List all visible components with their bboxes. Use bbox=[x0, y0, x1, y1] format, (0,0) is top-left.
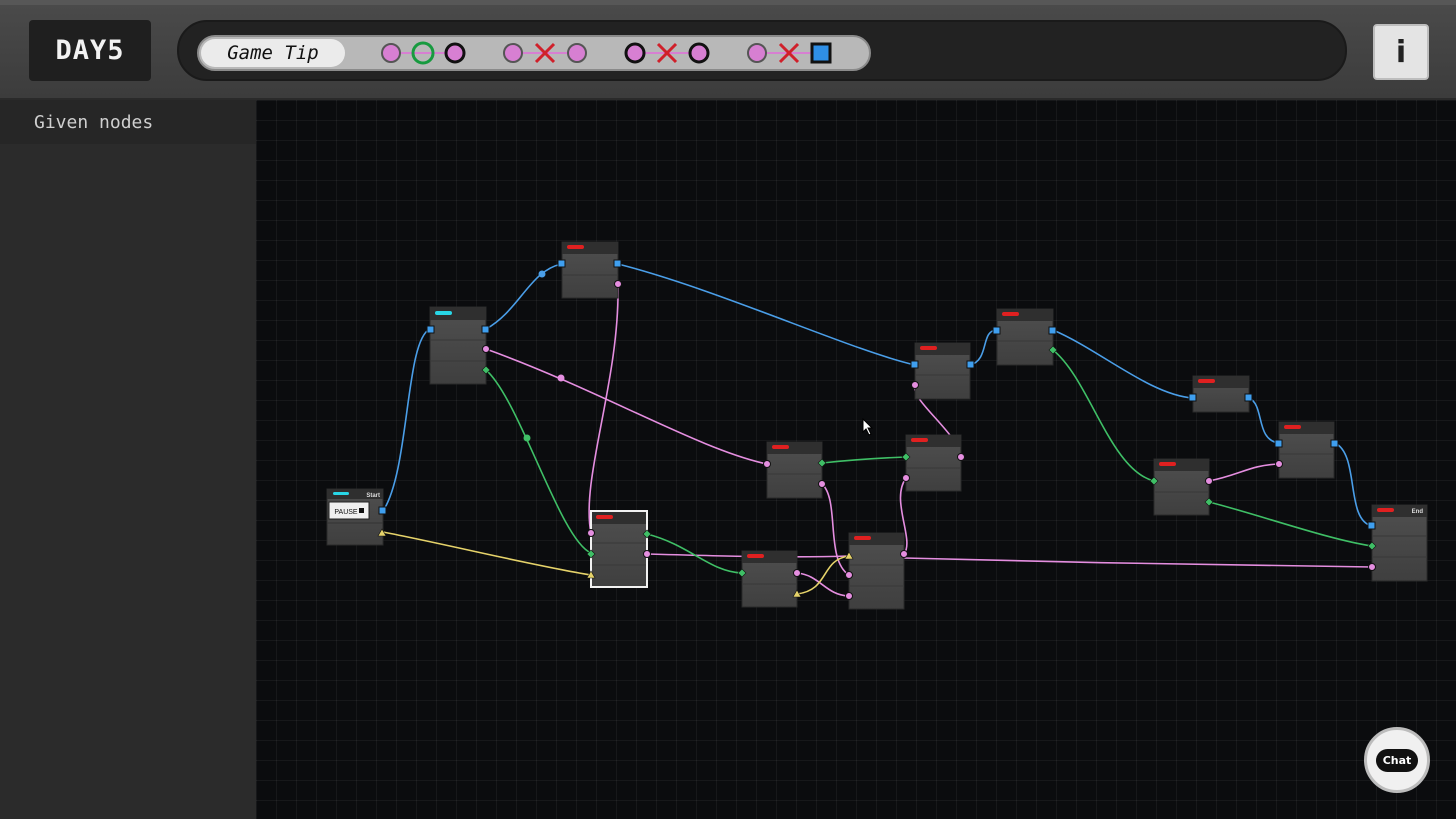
graph-node[interactable] bbox=[426, 306, 491, 385]
pink-wire[interactable] bbox=[1208, 463, 1280, 482]
blue-wire[interactable] bbox=[969, 329, 998, 366]
blue-port[interactable] bbox=[378, 506, 387, 515]
blue-wire[interactable] bbox=[382, 328, 431, 512]
chat-button[interactable]: Chat bbox=[1364, 727, 1430, 793]
black-ring-icon bbox=[444, 42, 466, 64]
green-wire[interactable] bbox=[646, 533, 743, 574]
black-ring-icon bbox=[624, 42, 646, 64]
graph-node-selected[interactable] bbox=[586, 510, 652, 588]
start-node[interactable]: Start PAUSE bbox=[326, 488, 387, 546]
cyan-tag bbox=[333, 492, 349, 495]
green-wire[interactable] bbox=[485, 369, 592, 554]
stop-icon bbox=[359, 508, 364, 513]
pause-button-label: PAUSE bbox=[334, 509, 358, 516]
game-tip-bar: Game Tip bbox=[177, 20, 1347, 81]
wire-handle[interactable] bbox=[557, 374, 565, 382]
pink-wire[interactable] bbox=[903, 557, 1373, 568]
black-ring-icon bbox=[688, 42, 710, 64]
graph-node[interactable] bbox=[901, 434, 965, 492]
node-graph-canvas[interactable]: Start PAUSE End bbox=[256, 100, 1456, 819]
graph-node[interactable] bbox=[1188, 375, 1253, 413]
pink-circle-icon bbox=[567, 43, 587, 63]
day-badge: DAY5 bbox=[29, 20, 151, 81]
tip-rule-2 bbox=[503, 42, 587, 64]
tip-rule-1 bbox=[381, 41, 466, 65]
blue-square-icon bbox=[810, 42, 832, 64]
pink-wire[interactable] bbox=[588, 283, 619, 534]
start-node-title: Start bbox=[366, 493, 380, 499]
tip-rules-icons bbox=[381, 41, 832, 65]
given-nodes-panel: Given nodes bbox=[0, 100, 257, 819]
yellow-wire[interactable] bbox=[382, 531, 592, 576]
chat-bubble-icon: Chat bbox=[1375, 748, 1419, 772]
green-wire[interactable] bbox=[1052, 349, 1155, 482]
pink-circle-icon bbox=[503, 43, 523, 63]
game-tip-pill: Game Tip bbox=[197, 35, 871, 71]
chat-label: Chat bbox=[1382, 753, 1412, 767]
given-nodes-header: Given nodes bbox=[0, 100, 256, 144]
info-button[interactable]: i bbox=[1373, 24, 1429, 80]
pink-circle-icon bbox=[747, 43, 767, 63]
tip-rule-3 bbox=[624, 42, 710, 64]
green-wire[interactable] bbox=[821, 456, 907, 464]
graph-node[interactable] bbox=[910, 342, 975, 400]
end-node[interactable]: End bbox=[1367, 504, 1428, 582]
blue-wire[interactable] bbox=[1334, 442, 1373, 527]
blue-wire[interactable] bbox=[1248, 397, 1280, 444]
graph-node[interactable] bbox=[557, 241, 622, 299]
end-node-title: End bbox=[1412, 509, 1424, 515]
graph-node[interactable] bbox=[992, 308, 1058, 366]
graph-node[interactable] bbox=[737, 550, 802, 608]
blue-wire[interactable] bbox=[617, 263, 916, 366]
wire-handle[interactable] bbox=[538, 270, 546, 278]
graph-node[interactable] bbox=[1149, 458, 1214, 516]
tip-rule-4 bbox=[747, 42, 832, 64]
node-graph[interactable]: Start PAUSE End bbox=[256, 100, 1456, 819]
top-bar: DAY5 Game Tip i bbox=[0, 0, 1456, 100]
wire-handle[interactable] bbox=[523, 434, 531, 442]
graph-node[interactable] bbox=[1274, 421, 1339, 479]
graph-node[interactable] bbox=[844, 532, 908, 610]
blue-wire[interactable] bbox=[485, 263, 563, 330]
blue-wire[interactable] bbox=[1052, 329, 1194, 399]
mouse-cursor-icon bbox=[862, 418, 874, 436]
green-wire[interactable] bbox=[1208, 501, 1373, 547]
pink-wire[interactable] bbox=[485, 348, 768, 465]
graph-node[interactable] bbox=[763, 441, 827, 499]
pink-circle-icon bbox=[381, 43, 401, 63]
